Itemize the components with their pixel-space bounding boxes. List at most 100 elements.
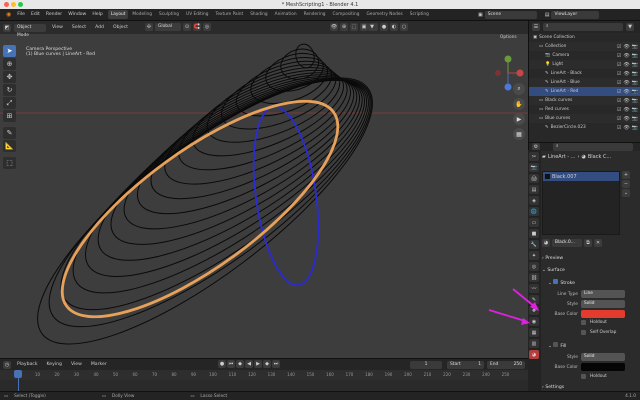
snap-icon[interactable]: 🧲 xyxy=(193,23,201,31)
menu-select[interactable]: Select xyxy=(69,25,89,30)
tab-rendering[interactable]: Rendering xyxy=(301,10,329,19)
camera-render-icon[interactable]: 📷 xyxy=(632,98,638,104)
line-type-field[interactable]: Line xyxy=(581,290,625,298)
gizmo-toggle-icon[interactable]: ⊕ xyxy=(340,23,348,31)
browse-material-icon[interactable]: ◕ xyxy=(542,239,550,247)
minimize-window-icon[interactable] xyxy=(11,2,16,7)
outliner-search[interactable]: ⌕ xyxy=(543,23,623,31)
zoom-icon[interactable]: ⌕ xyxy=(513,83,525,95)
tab-geometry-nodes[interactable]: Geometry Nodes xyxy=(363,10,405,19)
scene-tab-icon[interactable]: ◈ xyxy=(529,196,539,205)
checkbox-icon[interactable]: ☑ xyxy=(617,44,621,50)
outliner-row[interactable]: ✎ BezierCircle.023 ☑ 👁 📷 xyxy=(529,123,640,132)
tab-compositing[interactable]: Compositing xyxy=(330,10,363,19)
record-icon[interactable]: ● xyxy=(218,360,226,368)
tab-sculpting[interactable]: Sculpting xyxy=(156,10,182,19)
measure-tool-icon[interactable]: 📐 xyxy=(3,140,16,152)
outliner-filter-icon[interactable]: ▼ xyxy=(626,23,634,31)
camera-render-icon[interactable]: 📷 xyxy=(632,89,638,95)
menu-help[interactable]: Help xyxy=(89,12,105,17)
prev-keyframe-icon[interactable]: ◆ xyxy=(236,360,244,368)
output-tab-icon[interactable]: 🖨 xyxy=(529,174,539,183)
tab-texture-paint[interactable]: Texture Paint xyxy=(212,10,246,19)
menu-keying[interactable]: Keying xyxy=(44,362,65,367)
tab-scripting[interactable]: Scripting xyxy=(407,10,432,19)
scale-tool-icon[interactable]: ⤢ xyxy=(3,97,16,109)
tool-tab-icon[interactable]: ✂ xyxy=(529,152,539,161)
pivot-icon[interactable]: ⊙ xyxy=(183,23,191,31)
material-slot-list[interactable]: Black.007 xyxy=(542,171,620,235)
outliner-row[interactable]: ▭ Red curves ☑ 👁 📷 xyxy=(529,105,640,114)
play-reverse-icon[interactable]: ◀ xyxy=(245,360,253,368)
tab-animation[interactable]: Animation xyxy=(272,10,300,19)
checkbox-icon[interactable]: ☑ xyxy=(617,89,621,95)
menu-edit[interactable]: Edit xyxy=(28,12,43,17)
menu-window[interactable]: Window xyxy=(65,12,89,17)
menu-file[interactable]: File xyxy=(14,12,28,17)
outliner-row[interactable]: 📷 Camera ☑ 👁 📷 xyxy=(529,51,640,60)
object-tab-icon[interactable]: ■ xyxy=(529,229,539,238)
stroke-checkbox[interactable] xyxy=(553,279,559,284)
tab-shading[interactable]: Shading xyxy=(247,10,270,19)
checkbox-icon[interactable]: ☑ xyxy=(617,98,621,104)
fill-style-field[interactable]: Solid xyxy=(581,353,625,361)
mode-selector[interactable]: Object Mode xyxy=(14,23,46,38)
camera-render-icon[interactable]: 📷 xyxy=(632,71,638,77)
rotate-tool-icon[interactable]: ↻ xyxy=(3,84,16,96)
outliner-row[interactable]: ✎ LineArt - Black ☑ 👁 📷 xyxy=(529,69,640,78)
style-field[interactable]: Solid xyxy=(581,300,625,308)
outliner-row[interactable]: ✎ LineArt - Red ☑ 👁 📷 xyxy=(529,87,640,96)
fill-base-color-swatch[interactable] xyxy=(581,363,625,371)
checkbox-icon[interactable]: ☑ xyxy=(617,80,621,86)
camera-render-icon[interactable]: 📷 xyxy=(632,62,638,68)
menu-object[interactable]: Object xyxy=(110,25,131,30)
duplicate-material-icon[interactable]: ⧉ xyxy=(584,239,592,247)
checkbox-icon[interactable]: ☑ xyxy=(617,125,621,131)
outliner-row[interactable]: 💡 Light ☑ 👁 📷 xyxy=(529,60,640,69)
eye-icon[interactable]: 👁 xyxy=(623,107,629,113)
outliner-row[interactable]: ▭ Collection ☑ 👁 📷 xyxy=(529,42,640,51)
view-layer-selector[interactable]: ViewLayer xyxy=(551,11,600,19)
add-slot-icon[interactable]: + xyxy=(622,171,630,179)
transform-orientation-selector[interactable]: Global xyxy=(155,23,181,31)
material-shading-icon[interactable]: ◐ xyxy=(390,23,398,31)
end-frame-field[interactable]: End 250 xyxy=(487,360,525,369)
checkbox-icon[interactable]: ☑ xyxy=(617,71,621,77)
visibility-icon[interactable]: 👁 xyxy=(330,23,338,31)
checkbox-icon[interactable]: ☑ xyxy=(617,53,621,59)
menu-render[interactable]: Render xyxy=(43,12,65,17)
eye-icon[interactable]: 👁 xyxy=(623,98,629,104)
camera-render-icon[interactable]: 📷 xyxy=(632,125,638,131)
render-tab-icon[interactable]: 📷 xyxy=(529,163,539,172)
proportional-edit-icon[interactable]: ◎ xyxy=(203,23,211,31)
eye-icon[interactable]: 👁 xyxy=(623,62,629,68)
eye-icon[interactable]: 👁 xyxy=(623,44,629,50)
fill-checkbox[interactable] xyxy=(553,342,559,347)
view-layer-tab-icon[interactable]: ▤ xyxy=(529,185,539,194)
options-button[interactable]: Options xyxy=(500,35,517,40)
outliner-row[interactable]: ▭ Blue curves ☑ 👁 📷 xyxy=(529,114,640,123)
next-keyframe-icon[interactable]: ◆ xyxy=(263,360,271,368)
menu-add[interactable]: Add xyxy=(92,25,107,30)
orientation-icon[interactable]: ✣ xyxy=(145,23,153,31)
eye-icon[interactable]: 👁 xyxy=(623,80,629,86)
start-frame-field[interactable]: Start 1 xyxy=(447,360,484,369)
menu-timeline-view[interactable]: View xyxy=(68,362,85,367)
remove-slot-icon[interactable]: − xyxy=(622,180,630,188)
xray-toggle-icon[interactable]: ▣ xyxy=(360,23,368,31)
3d-viewport[interactable]: Camera Perspective (1) Blue curves | Lin… xyxy=(0,21,528,358)
timeline-ruler[interactable]: 0102030405060708090100110120130140150160… xyxy=(0,370,528,380)
outliner-row[interactable]: ✎ LineArt - Blue ☑ 👁 📷 xyxy=(529,78,640,87)
solid-shading-icon[interactable]: ● xyxy=(380,23,388,31)
current-frame-field[interactable]: 1 xyxy=(410,360,442,369)
effects-tab-icon[interactable]: ✦ xyxy=(529,251,539,260)
constraints-tab-icon[interactable]: ⛓ xyxy=(529,273,539,282)
filter-icon[interactable]: ▼ xyxy=(368,23,376,31)
slot-menu-icon[interactable]: ⌄ xyxy=(622,189,630,197)
checkbox-icon[interactable]: ☑ xyxy=(617,107,621,113)
scene-selector[interactable]: Scene xyxy=(484,11,537,19)
menu-marker[interactable]: Marker xyxy=(88,362,110,367)
outliner-editor-icon[interactable]: ☰ xyxy=(532,23,540,31)
checkbox-icon[interactable]: ☑ xyxy=(617,116,621,122)
holdout-row[interactable]: Holdout xyxy=(581,320,607,325)
